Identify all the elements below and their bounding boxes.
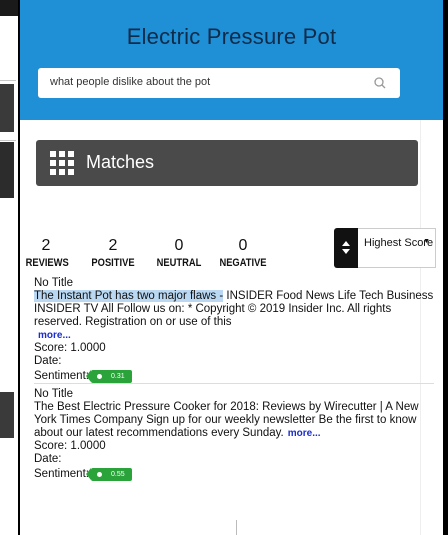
page-title: Electric Pressure Pot bbox=[126, 24, 337, 49]
stat-value: 0 bbox=[174, 237, 184, 254]
result-item: No Title The Instant Pot has two major f… bbox=[34, 277, 434, 384]
result-snippet: The Best Electric Pressure Cooker for 20… bbox=[34, 401, 434, 440]
stat-reviews: 2 REVIEWS bbox=[22, 237, 70, 270]
grid-icon bbox=[50, 151, 74, 175]
search-input[interactable]: what people dislike about the pot bbox=[38, 68, 400, 98]
stat-label: NEGATIVE bbox=[219, 257, 267, 269]
stat-positive: 2 POSITIVE bbox=[83, 237, 143, 270]
app-header: Electric Pressure Pot what people dislik… bbox=[20, 0, 443, 120]
sentiment-badge: 0.55 bbox=[86, 467, 132, 481]
result-snippet: The Instant Pot has two major flaws - IN… bbox=[34, 290, 434, 342]
result-item: No Title The Best Electric Pressure Cook… bbox=[34, 388, 434, 482]
search-icon[interactable] bbox=[372, 75, 388, 91]
sentiment-row: Sentiment: 0.55 bbox=[34, 466, 434, 482]
stat-label: POSITIVE bbox=[91, 257, 135, 269]
sentiment-value: 0.55 bbox=[110, 470, 125, 478]
search-results-panel: Electric Pressure Pot what people dislik… bbox=[20, 0, 443, 535]
sort-direction-button[interactable] bbox=[334, 228, 358, 268]
result-date: Date: bbox=[34, 355, 62, 367]
stat-value: 2 bbox=[108, 237, 118, 254]
background-window-topbar bbox=[0, 0, 18, 16]
more-link[interactable]: more... bbox=[288, 428, 321, 439]
background-divider bbox=[0, 80, 16, 81]
snippet-highlight: The Instant Pot has two major flaws - bbox=[34, 290, 224, 302]
background-divider bbox=[0, 140, 16, 141]
tag-dot-icon bbox=[96, 471, 102, 477]
more-link[interactable]: more... bbox=[38, 330, 71, 341]
sentiment-value: 0.31 bbox=[110, 372, 125, 380]
sentiment-badge: 0.31 bbox=[86, 369, 132, 383]
stat-neutral: 0 NEUTRAL bbox=[150, 237, 208, 270]
stat-label: REVIEWS bbox=[25, 257, 69, 269]
result-score: Score: 1.0000 bbox=[34, 342, 106, 354]
sentiment-label: Sentiment: bbox=[34, 467, 89, 480]
matches-header: Matches bbox=[36, 140, 418, 186]
result-date: Date: bbox=[34, 453, 62, 465]
background-block bbox=[0, 392, 14, 438]
tag-dot-icon bbox=[96, 373, 102, 379]
background-window-edge bbox=[0, 0, 18, 535]
result-score: Score: 1.0000 bbox=[34, 440, 106, 452]
stat-value: 0 bbox=[238, 237, 248, 254]
background-block bbox=[0, 84, 14, 132]
sort-icon[interactable] bbox=[334, 228, 358, 268]
result-title: No Title bbox=[34, 388, 73, 400]
search-query[interactable]: what people dislike about the pot bbox=[50, 76, 210, 88]
sort-dropdown[interactable]: Highest Score ▼ bbox=[358, 228, 436, 268]
stat-value: 2 bbox=[41, 237, 51, 254]
sentiment-row: Sentiment: 0.31 bbox=[34, 368, 434, 384]
sentiment-label: Sentiment: bbox=[34, 369, 89, 382]
matches-title: Matches bbox=[86, 152, 155, 172]
chevron-down-icon[interactable]: ▼ bbox=[423, 238, 430, 245]
stat-negative: 0 NEGATIVE bbox=[210, 237, 276, 270]
stat-label: NEUTRAL bbox=[156, 257, 202, 269]
result-title: No Title bbox=[34, 277, 73, 289]
snippet-text: The Best Electric Pressure Cooker for 20… bbox=[34, 401, 419, 439]
background-block bbox=[0, 142, 14, 198]
result-divider bbox=[34, 383, 434, 384]
panel-divider bbox=[236, 520, 237, 535]
